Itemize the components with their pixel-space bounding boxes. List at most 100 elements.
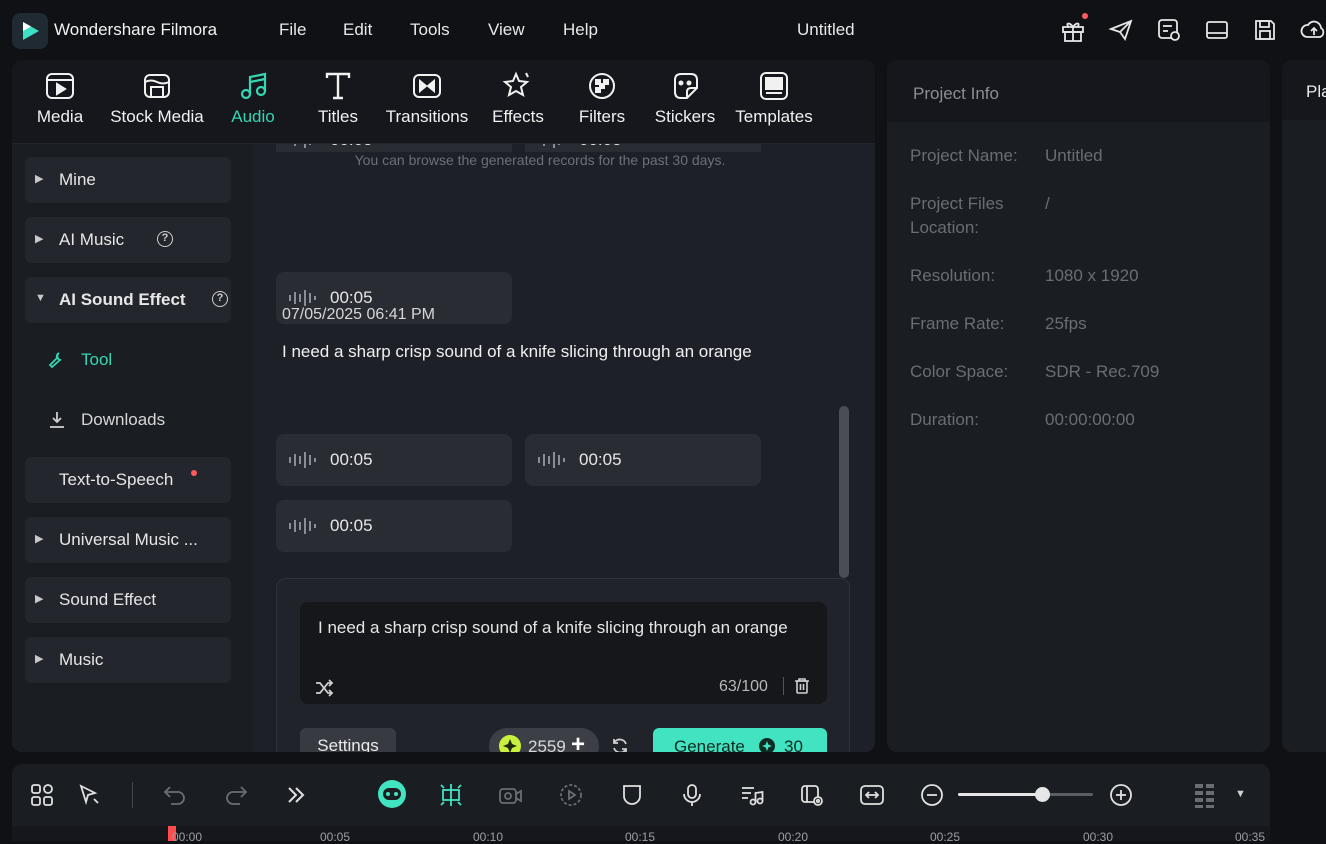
zoom-in-icon[interactable] bbox=[1108, 782, 1134, 808]
audio-sidebar: ▶ Mine ▶ AI Music ? ▼ AI Sound Effect ? … bbox=[12, 144, 252, 752]
ai-copilot-icon[interactable] bbox=[376, 778, 408, 810]
value-project-name: Untitled bbox=[1045, 146, 1103, 165]
help-icon[interactable]: ? bbox=[212, 291, 228, 307]
gift-icon[interactable] bbox=[1060, 17, 1086, 43]
menu-tools[interactable]: Tools bbox=[410, 20, 450, 40]
ai-scene-detect-icon[interactable] bbox=[438, 782, 464, 808]
ruler-tick: 00:10 bbox=[473, 830, 504, 844]
sound-generator-panel: I need a sharp crisp sound of a knife sl… bbox=[276, 578, 850, 752]
select-pointer-icon[interactable] bbox=[76, 782, 102, 808]
sidebar-item-music[interactable]: ▶ Music bbox=[25, 637, 231, 683]
tab-stickers[interactable]: Stickers bbox=[653, 70, 717, 140]
chevron-right-icon: ▶ bbox=[35, 173, 44, 185]
shuffle-icon[interactable] bbox=[314, 678, 334, 698]
tab-effects[interactable]: Effects bbox=[490, 70, 546, 140]
generate-button[interactable]: Generate 30 bbox=[653, 728, 827, 752]
send-icon[interactable] bbox=[1108, 17, 1134, 43]
menu-help[interactable]: Help bbox=[563, 20, 598, 40]
asset-toolbar: Media Stock Media Audio Titles Transitio… bbox=[12, 60, 875, 144]
ruler-tick: 00:15 bbox=[625, 830, 656, 844]
zoom-slider-handle[interactable] bbox=[1034, 787, 1050, 802]
filmora-logo-icon bbox=[12, 13, 48, 49]
sidebar-item-ai-music[interactable]: ▶ AI Music ? bbox=[25, 217, 231, 263]
cloud-upload-icon[interactable] bbox=[1300, 17, 1326, 43]
prompt-textarea[interactable]: I need a sharp crisp sound of a knife sl… bbox=[300, 602, 827, 704]
zoom-out-icon[interactable] bbox=[919, 782, 945, 808]
ruler-tick: 00:00 bbox=[172, 830, 203, 844]
fit-width-icon[interactable] bbox=[859, 782, 885, 808]
caret-down-icon[interactable]: ▼ bbox=[1235, 788, 1246, 800]
redo-icon[interactable] bbox=[223, 782, 249, 808]
stock-media-icon bbox=[141, 70, 173, 102]
list-scrollbar[interactable] bbox=[839, 406, 849, 578]
save-icon[interactable] bbox=[1252, 17, 1278, 43]
stickers-icon bbox=[669, 70, 701, 102]
tab-titles[interactable]: Titles bbox=[315, 70, 361, 140]
add-credits-icon[interactable]: + bbox=[571, 731, 585, 752]
shield-icon[interactable] bbox=[619, 782, 645, 808]
effects-icon bbox=[502, 70, 534, 102]
menu-view[interactable]: View bbox=[488, 20, 525, 40]
waveform-icon bbox=[288, 516, 318, 536]
refresh-icon[interactable] bbox=[610, 736, 630, 752]
audio-clip[interactable]: 00:05 bbox=[276, 500, 512, 552]
generation-timestamp: 07/05/2025 06:41 PM bbox=[282, 306, 436, 323]
audio-clip[interactable]: 00:05 bbox=[276, 434, 512, 486]
filters-icon bbox=[586, 70, 618, 102]
layout-grid-icon[interactable] bbox=[29, 782, 55, 808]
tab-audio[interactable]: Audio bbox=[226, 70, 280, 140]
label-project-files-location: Project Files Location: bbox=[910, 194, 1004, 237]
generation-prompt: I need a sharp crisp sound of a knife sl… bbox=[282, 342, 752, 361]
sidebar-item-text-to-speech[interactable]: Text-to-Speech bbox=[25, 457, 231, 503]
titles-icon bbox=[322, 70, 354, 102]
zoom-slider[interactable] bbox=[958, 787, 1093, 802]
ruler-tick: 00:05 bbox=[320, 830, 351, 844]
track-height-icon[interactable] bbox=[1192, 782, 1218, 808]
undo-icon[interactable] bbox=[162, 782, 188, 808]
notification-dot bbox=[1082, 13, 1088, 19]
value-resolution: 1080 x 1920 bbox=[1045, 266, 1139, 285]
tab-media[interactable]: Media bbox=[34, 70, 86, 140]
preview-render-icon[interactable] bbox=[799, 782, 825, 808]
templates-icon bbox=[758, 70, 790, 102]
tab-stock-media[interactable]: Stock Media bbox=[107, 70, 207, 140]
task-list-icon[interactable] bbox=[1156, 17, 1182, 43]
ruler-tick: 00:35 bbox=[1235, 830, 1266, 844]
audio-clip[interactable]: 00:05 bbox=[525, 434, 761, 486]
label-duration: Duration: bbox=[910, 410, 979, 429]
sidebar-item-tool[interactable]: Tool bbox=[25, 337, 231, 383]
sidebar-item-universal-music[interactable]: ▶ Universal Music ... bbox=[25, 517, 231, 563]
chevron-right-icon: ▶ bbox=[35, 653, 44, 665]
menu-file[interactable]: File bbox=[279, 20, 306, 40]
play-circle-icon[interactable] bbox=[558, 782, 584, 808]
waveform-icon bbox=[537, 144, 567, 150]
value-duration: 00:00:00:00 bbox=[1045, 410, 1135, 429]
credit-gem-icon bbox=[759, 738, 775, 752]
credits-balance[interactable]: 2559 + bbox=[489, 728, 599, 752]
menu-edit[interactable]: Edit bbox=[343, 20, 372, 40]
project-info-header: Project Info bbox=[887, 60, 1270, 122]
transitions-icon bbox=[411, 70, 443, 102]
timeline-ruler[interactable]: 00:00 00:05 00:10 00:15 00:20 00:25 00:3… bbox=[12, 826, 1270, 844]
trash-icon[interactable] bbox=[793, 677, 811, 695]
ai-video-icon[interactable] bbox=[497, 782, 523, 808]
sidebar-item-mine[interactable]: ▶ Mine bbox=[25, 157, 231, 203]
chevron-right-icon: ▶ bbox=[35, 533, 44, 545]
player-header: Pla bbox=[1282, 60, 1326, 120]
character-count: 63/100 bbox=[719, 678, 768, 695]
microphone-icon[interactable] bbox=[679, 782, 705, 808]
tab-templates[interactable]: Templates bbox=[732, 70, 816, 140]
music-list-icon[interactable] bbox=[739, 782, 765, 808]
more-tools-icon[interactable] bbox=[283, 782, 309, 808]
help-icon[interactable]: ? bbox=[157, 231, 173, 247]
credit-gem-icon bbox=[499, 735, 521, 752]
settings-button[interactable]: Settings bbox=[300, 728, 396, 752]
app-name: Wondershare Filmora bbox=[54, 20, 218, 39]
sidebar-item-sound-effect[interactable]: ▶ Sound Effect bbox=[25, 577, 231, 623]
waveform-icon bbox=[288, 144, 318, 150]
sidebar-item-downloads[interactable]: Downloads bbox=[25, 397, 231, 443]
tab-transitions[interactable]: Transitions bbox=[384, 70, 470, 140]
tab-filters[interactable]: Filters bbox=[577, 70, 627, 140]
layout-icon[interactable] bbox=[1204, 17, 1230, 43]
sidebar-item-ai-sound-effect[interactable]: ▼ AI Sound Effect ? bbox=[25, 277, 231, 323]
